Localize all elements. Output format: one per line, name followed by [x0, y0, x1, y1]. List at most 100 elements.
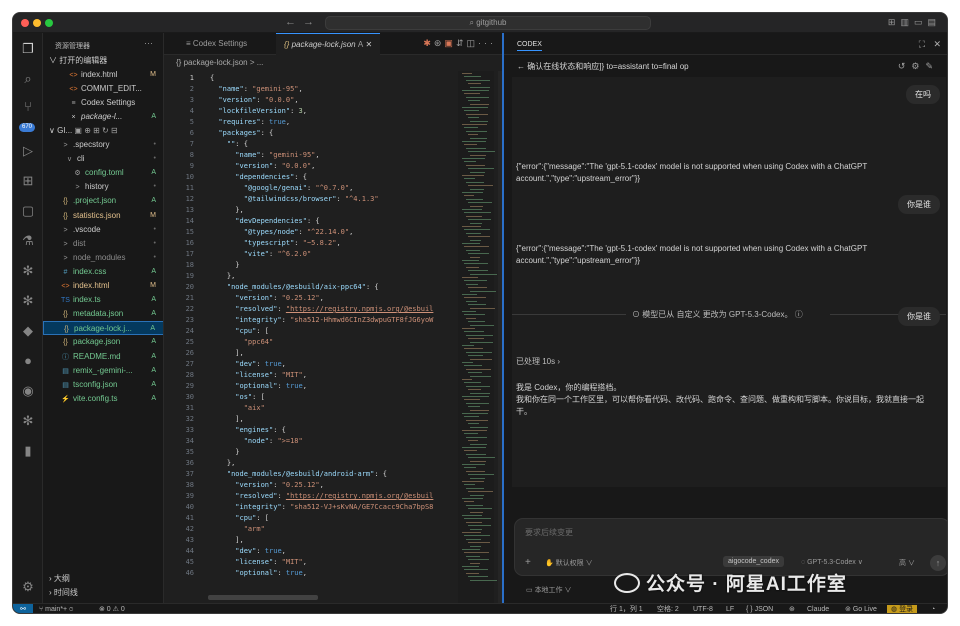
extension-tool-icon[interactable]: ◉ — [20, 383, 36, 399]
close-window-button[interactable] — [21, 19, 29, 27]
code-line[interactable]: ], — [210, 348, 243, 359]
file-tree-item[interactable]: > node_modules • — [43, 251, 163, 265]
codex-tab[interactable]: CODEX — [517, 41, 542, 51]
code-line[interactable]: "version": "0.0.0", — [210, 161, 315, 172]
notifications-icon[interactable]: ◔ — [931, 605, 935, 613]
code-line[interactable]: "name": "gemini-95", — [210, 84, 302, 95]
code-line[interactable]: { — [210, 73, 214, 84]
more-icon[interactable]: ··· — [478, 38, 496, 48]
line-ending[interactable]: LF — [726, 605, 734, 613]
open-editor-item[interactable]: ≡ Codex Settings — [43, 96, 163, 110]
code-line[interactable]: "typescript": "~5.8.2", — [210, 238, 341, 249]
code-line[interactable]: ], — [210, 414, 243, 425]
history-icon[interactable]: ↺ — [898, 61, 912, 71]
code-line[interactable]: "@google/genai": "^0.7.0", — [210, 183, 354, 194]
code-line[interactable]: }, — [210, 458, 235, 469]
openai-sparkle-icon[interactable]: ✻ — [20, 413, 36, 429]
code-line[interactable]: "os": [ — [210, 392, 265, 403]
code-line[interactable]: "version": "0.25.12", — [210, 480, 324, 491]
maximize-panel-icon[interactable]: ⛶ — [919, 39, 925, 50]
code-line[interactable]: "aix" — [210, 403, 265, 414]
maximize-window-button[interactable] — [45, 19, 53, 27]
extensions-icon[interactable]: ⊞ — [20, 173, 36, 189]
layout-controls[interactable]: ⊞▥▭▤ — [888, 17, 941, 28]
code-line[interactable]: "@tailwindcss/browser": "^4.1.3" — [210, 194, 379, 205]
toggle-sidebar-icon[interactable]: ▥ — [900, 17, 914, 27]
split-editor-icon[interactable]: ◫ — [466, 38, 478, 48]
open-editor-item[interactable]: <> COMMIT_EDIT... — [43, 82, 163, 96]
source-control-icon[interactable]: ⑂ — [20, 99, 36, 115]
command-center-search[interactable]: ⌕ gitgithub — [325, 16, 651, 30]
code-line[interactable]: "dependencies": { — [210, 172, 307, 183]
code-line[interactable]: "integrity": "sha512-Hhmwd6CInZ3dwpuGTF8… — [210, 315, 433, 326]
effort-dropdown[interactable]: 高 ∨ — [899, 558, 915, 568]
code-line[interactable]: "optional": true, — [210, 568, 307, 579]
code-line[interactable]: "engines": { — [210, 425, 286, 436]
code-line[interactable]: "cpu": [ — [210, 513, 269, 524]
timeline-section[interactable]: › 时间线 — [49, 586, 163, 600]
file-tree-item[interactable]: ⚙ config.toml A — [43, 166, 163, 180]
code-line[interactable]: "@types/node": "^22.14.0", — [210, 227, 354, 238]
file-tree-item[interactable]: ⓘ README.md A — [43, 350, 163, 364]
info-icon[interactable]: ⓘ — [792, 310, 803, 319]
more-actions-icon[interactable]: ··· — [144, 38, 153, 48]
code-line[interactable]: "arm" — [210, 524, 265, 535]
file-tree-item[interactable]: {} metadata.json A — [43, 307, 163, 321]
problems-indicator[interactable]: ⊗ 0 ⚠ 0 — [99, 605, 125, 613]
open-editors-section[interactable]: ∨ 打开的编辑器 — [49, 54, 163, 68]
minimap[interactable] — [458, 71, 497, 603]
openai-icon[interactable]: ✻ — [20, 263, 36, 279]
code-line[interactable]: "version": "0.25.12", — [210, 293, 324, 304]
code-line[interactable]: "name": "gemini-95", — [210, 150, 319, 161]
file-tree-item[interactable]: ▤ remix_-gemini-... A — [43, 364, 163, 378]
file-tree-item[interactable]: {} .project.json A — [43, 194, 163, 208]
back-arrow-icon[interactable]: ← — [517, 62, 527, 71]
file-tree-item[interactable]: TS index.ts A — [43, 293, 163, 307]
toggle-secondary-sidebar-icon[interactable]: ▤ — [927, 17, 941, 27]
code-line[interactable]: "dev": true, — [210, 359, 286, 370]
file-tree-item[interactable]: > history • — [43, 180, 163, 194]
new-chat-icon[interactable]: ✎ — [925, 61, 939, 71]
compare-icon[interactable]: ⇵ — [456, 38, 467, 48]
file-tree-item[interactable]: {} package-lock.j... A — [43, 321, 163, 336]
code-line[interactable]: "ppc64" — [210, 337, 274, 348]
code-line[interactable]: }, — [210, 271, 235, 282]
code-line[interactable]: "license": "MIT", — [210, 370, 307, 381]
testing-icon[interactable]: ⚗ — [20, 233, 36, 249]
tab-package-lock[interactable]: {} package-lock.json A ✕ — [276, 33, 381, 55]
openai-icon[interactable]: ⊛ — [434, 38, 445, 48]
language-mode[interactable]: { } JSON — [746, 605, 773, 613]
close-panel-icon[interactable]: ✕ — [933, 39, 941, 50]
code-line[interactable]: "dev": true, — [210, 546, 286, 557]
code-line[interactable]: "integrity": "sha512-VJ+sKvNA/GE7Ccacc9C… — [210, 502, 433, 513]
search-icon[interactable]: ⌕ — [20, 71, 36, 87]
remote-explorer-icon[interactable]: ▢ — [20, 203, 36, 219]
notebook-icon[interactable]: ▮ — [20, 443, 36, 459]
code-line[interactable]: "node_modules/@esbuild/aix-ppc64": { — [210, 282, 379, 293]
code-line[interactable]: "resolved": "https://registry.npmjs.org/… — [210, 491, 433, 502]
code-line[interactable]: "devDependencies": { — [210, 216, 319, 227]
tab-codex-settings[interactable]: ≡ Codex Settings — [178, 33, 255, 55]
explorer-icon[interactable]: ❐ — [20, 41, 36, 57]
code-line[interactable]: }, — [210, 205, 243, 216]
model-dropdown[interactable]: ◌ GPT-5.3-Codex ∨ — [801, 558, 863, 566]
login-button[interactable]: ◍ 登录 — [887, 605, 918, 613]
indentation[interactable]: 空格: 2 — [657, 605, 679, 613]
file-tree-item[interactable]: ▤ tsconfig.json A — [43, 378, 163, 392]
claude-status[interactable]: Claude — [807, 605, 829, 613]
breadcrumb[interactable]: {} package-lock.json > ... — [176, 58, 263, 67]
composer[interactable]: 要求后续变更 + ✋ 默认权限 ∨ aigocode_codex ◌ GPT-5… — [514, 518, 947, 576]
file-tree-item[interactable]: > .vscode • — [43, 223, 163, 237]
send-button[interactable]: ↑ — [930, 555, 946, 571]
claude-icon[interactable]: ✱ — [423, 38, 434, 48]
file-tree-item[interactable]: # index.css A — [43, 265, 163, 279]
code-line[interactable]: } — [210, 447, 239, 458]
code-line[interactable]: "lockfileVersion": 3, — [210, 106, 307, 117]
close-tab-icon[interactable]: ✕ — [365, 40, 372, 49]
add-attachment-icon[interactable]: + — [525, 557, 531, 568]
go-live-button[interactable]: ⊚ Go Live — [845, 605, 877, 613]
copilot-status-icon[interactable]: ⊛ — [789, 605, 795, 613]
code-line[interactable]: "packages": { — [210, 128, 273, 139]
open-editor-item[interactable]: × package-l... A — [43, 110, 163, 124]
code-line[interactable]: "node": ">=18" — [210, 436, 303, 447]
